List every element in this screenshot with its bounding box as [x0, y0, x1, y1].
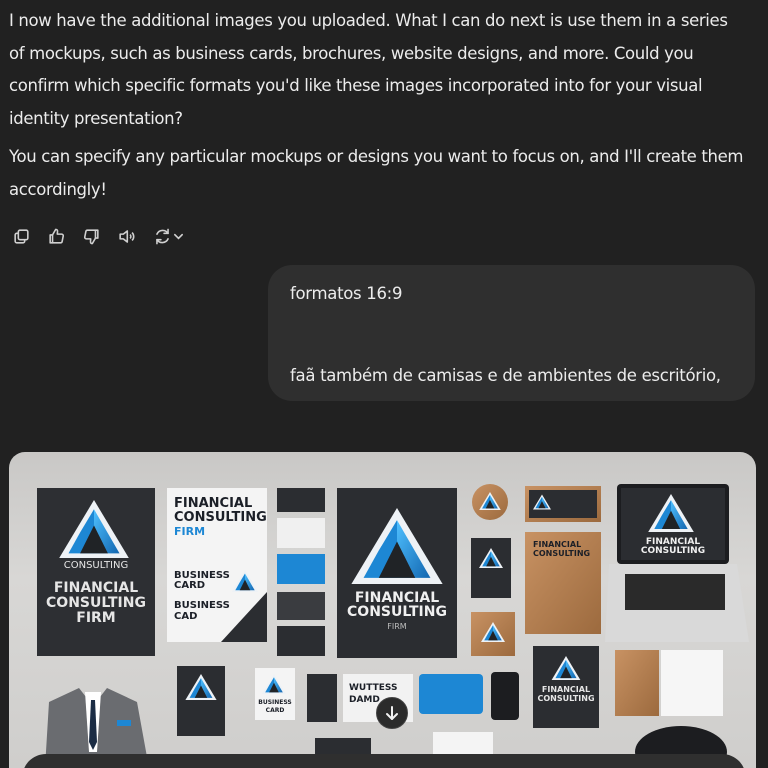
assistant-paragraph: I now have the additional images you upl… — [9, 11, 728, 128]
svg-text:FINANCIAL: FINANCIAL — [533, 540, 581, 549]
svg-text:CAD: CAD — [174, 611, 197, 622]
laptop-mockup: FINANCIAL CONSULTING — [605, 484, 749, 642]
svg-text:CONSULTING: CONSULTING — [537, 694, 594, 703]
svg-text:FIRM: FIRM — [387, 622, 407, 631]
chevron-down-icon — [173, 233, 183, 240]
svg-text:CARD: CARD — [266, 707, 285, 714]
assistant-paragraph: You can specify any particular mockups o… — [9, 147, 744, 199]
svg-text:FIRM: FIRM — [174, 525, 205, 538]
user-message-line: faã também de camisas e de ambientes de … — [290, 366, 721, 385]
message-actions — [9, 224, 187, 248]
thumbs-down-icon — [83, 228, 99, 244]
regenerate-button[interactable] — [149, 224, 187, 248]
svg-text:FIRM: FIRM — [76, 610, 115, 626]
svg-text:BUSINESS: BUSINESS — [174, 600, 230, 611]
business-cards-column — [277, 488, 325, 656]
chat-view: I now have the additional images you upl… — [0, 0, 768, 768]
read-aloud-icon — [118, 229, 134, 243]
svg-text:CONSULTING: CONSULTING — [347, 604, 447, 620]
svg-text:CONSULTING: CONSULTING — [64, 560, 128, 571]
svg-text:DAMD: DAMD — [349, 695, 380, 705]
regenerate-icon — [155, 228, 169, 244]
thumbs-up-icon — [48, 228, 64, 244]
user-message-line: formatos 16:9 — [290, 284, 403, 303]
svg-text:BUSINESS: BUSINESS — [258, 699, 292, 706]
read-aloud-button[interactable] — [114, 224, 138, 248]
svg-text:WUTTESS: WUTTESS — [349, 683, 397, 693]
poster-center: FINANCIAL CONSULTING FIRM — [337, 488, 457, 658]
svg-text:FINANCIAL: FINANCIAL — [54, 580, 138, 596]
poster-left: CONSULTING FINANCIAL CONSULTING FIRM — [37, 488, 155, 656]
svg-text:CONSULTING: CONSULTING — [533, 549, 590, 558]
svg-text:FINANCIAL: FINANCIAL — [174, 496, 252, 511]
svg-text:FINANCIAL: FINANCIAL — [542, 685, 590, 694]
message-composer[interactable] — [22, 754, 746, 768]
svg-text:CONSULTING: CONSULTING — [641, 546, 705, 556]
copy-button[interactable] — [9, 224, 33, 248]
bad-response-button[interactable] — [79, 224, 103, 248]
svg-text:CONSULTING: CONSULTING — [174, 510, 267, 525]
svg-text:CARD: CARD — [174, 580, 205, 591]
user-message: formatos 16:9 faã também de camisas e de… — [268, 265, 755, 401]
bottom-row: BUSINESS CARD WUTTESS DAMD FINANCIAL CON… — [177, 646, 727, 768]
assistant-message: I now have the additional images you upl… — [9, 5, 744, 212]
scroll-to-bottom-button[interactable] — [376, 697, 408, 729]
flyer: FINANCIAL CONSULTING FIRM BUSINESS CARD … — [167, 488, 267, 642]
arrow-down-icon — [386, 706, 398, 720]
good-response-button[interactable] — [44, 224, 68, 248]
wood-items: FINANCIAL CONSULTING — [471, 484, 601, 656]
svg-text:CONSULTING: CONSULTING — [46, 595, 146, 611]
copy-icon — [13, 228, 29, 244]
